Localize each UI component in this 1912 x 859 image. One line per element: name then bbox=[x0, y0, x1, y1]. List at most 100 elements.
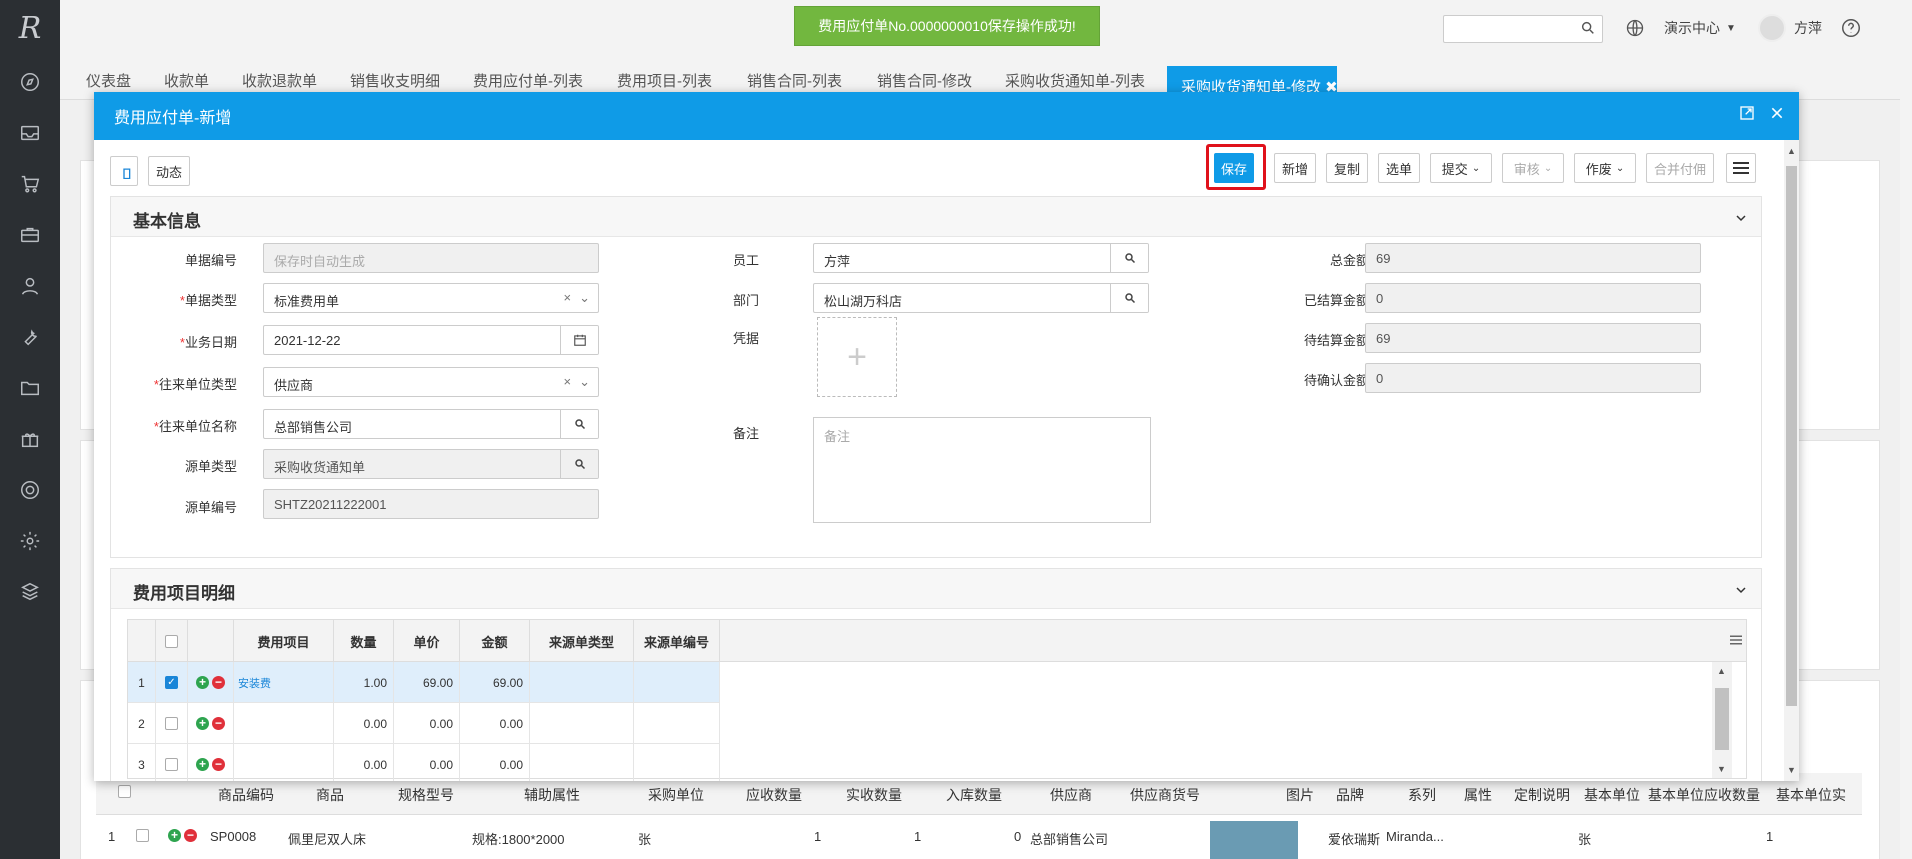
add-row-icon[interactable]: + bbox=[196, 758, 209, 771]
checkbox[interactable] bbox=[118, 785, 131, 801]
dynamic-button[interactable]: 动态 bbox=[148, 156, 190, 186]
search-icon[interactable] bbox=[1580, 20, 1596, 39]
remove-row-icon[interactable]: − bbox=[212, 676, 225, 689]
cart-icon[interactable] bbox=[0, 158, 60, 209]
select-all-checkbox[interactable] bbox=[156, 620, 188, 662]
maximize-icon[interactable] bbox=[1739, 105, 1755, 126]
cell-amount[interactable]: 69.00 bbox=[460, 662, 530, 703]
search-icon[interactable] bbox=[560, 410, 598, 438]
help-icon[interactable] bbox=[1840, 0, 1862, 56]
search-icon[interactable] bbox=[560, 450, 598, 478]
table-row[interactable]: 1 ✓ + − 安装费 1.00 69.00 69.00 bbox=[128, 662, 720, 703]
employee-field[interactable]: 方萍 bbox=[813, 243, 1149, 273]
globe-icon[interactable] bbox=[1625, 0, 1645, 56]
src-type-field[interactable]: 采购收货通知单 bbox=[263, 449, 599, 479]
search-icon[interactable] bbox=[1110, 244, 1148, 272]
doc-type-select[interactable]: 标准费用单 × ⌄ bbox=[263, 283, 599, 313]
party-name-field[interactable]: 总部销售公司 bbox=[263, 409, 599, 439]
cell-amount[interactable]: 0.00 bbox=[460, 744, 530, 781]
tab-sales-detail[interactable]: 销售收支明细 bbox=[350, 70, 440, 91]
col-src-type[interactable]: 来源单类型 bbox=[530, 620, 634, 662]
doc-no-field[interactable]: 保存时自动生成 bbox=[263, 243, 599, 273]
menu-icon[interactable] bbox=[1726, 153, 1756, 183]
compass-icon[interactable] bbox=[0, 56, 60, 107]
modal-scroll-thumb[interactable] bbox=[1786, 166, 1797, 706]
clear-icon[interactable]: × bbox=[564, 290, 572, 306]
scroll-up-icon[interactable]: ▲ bbox=[1717, 666, 1726, 676]
tab-sales-contract-edit[interactable]: 销售合同-修改 bbox=[877, 70, 972, 91]
cell-amount[interactable]: 0.00 bbox=[460, 703, 530, 744]
cell-price[interactable]: 0.00 bbox=[394, 744, 460, 781]
add-row-icon[interactable]: + bbox=[196, 676, 209, 689]
tab-sales-contract-list[interactable]: 销售合同-列表 bbox=[747, 70, 842, 91]
tab-receipt[interactable]: 收款单 bbox=[164, 70, 209, 91]
pick-button[interactable]: 选单 bbox=[1378, 153, 1420, 183]
dept-field[interactable]: 松山湖万科店 bbox=[813, 283, 1149, 313]
merge-pay-button[interactable]: 合并付佣 bbox=[1646, 153, 1714, 183]
void-dropdown[interactable]: 作废 ⌄ bbox=[1574, 153, 1636, 183]
biz-date-field[interactable]: 2021-12-22 bbox=[263, 325, 599, 355]
party-type-select[interactable]: 供应商 × ⌄ bbox=[263, 367, 599, 397]
submit-dropdown[interactable]: 提交 ⌄ bbox=[1430, 153, 1492, 183]
support-icon[interactable] bbox=[0, 464, 60, 515]
scroll-down-icon[interactable]: ▼ bbox=[1717, 764, 1726, 774]
wrench-icon[interactable] bbox=[0, 311, 60, 362]
table-row[interactable]: 2 + − 0.00 0.00 0.00 bbox=[128, 703, 720, 744]
modal-scrollbar[interactable]: ▲ ▼ bbox=[1784, 140, 1799, 781]
save-button[interactable]: 保存 bbox=[1214, 153, 1254, 183]
close-icon[interactable] bbox=[1769, 105, 1785, 126]
add-row-icon[interactable]: + bbox=[196, 717, 209, 730]
global-search-input[interactable] bbox=[1443, 15, 1603, 43]
gift-icon[interactable] bbox=[0, 413, 60, 464]
chevron-down-icon[interactable] bbox=[1735, 581, 1747, 601]
table-row[interactable]: 3 + − 0.00 0.00 0.00 bbox=[128, 744, 720, 781]
search-icon[interactable] bbox=[1110, 284, 1148, 312]
cell-expense-item[interactable] bbox=[234, 703, 334, 744]
row-checkbox[interactable] bbox=[156, 744, 188, 781]
scroll-up-icon[interactable]: ▲ bbox=[1787, 146, 1796, 156]
grid-menu-icon[interactable] bbox=[1730, 634, 1742, 649]
add-row-icon[interactable]: + bbox=[168, 829, 181, 842]
tab-expense-item-list[interactable]: 费用项目-列表 bbox=[617, 70, 712, 91]
chevron-down-icon[interactable]: ⌄ bbox=[579, 290, 590, 306]
col-expense-item[interactable]: 费用项目 bbox=[234, 620, 334, 662]
briefcase-icon[interactable] bbox=[0, 209, 60, 260]
cell-price[interactable]: 0.00 bbox=[394, 703, 460, 744]
remove-row-icon[interactable]: − bbox=[212, 758, 225, 771]
copy-button[interactable]: 复制 bbox=[1326, 153, 1368, 183]
grid-scrollbar[interactable]: ▲ ▼ bbox=[1712, 662, 1732, 778]
calendar-icon[interactable] bbox=[560, 326, 598, 354]
src-no-field[interactable]: SHTZ20211222001 bbox=[263, 489, 599, 519]
remove-row-icon[interactable]: − bbox=[212, 717, 225, 730]
gear-icon[interactable] bbox=[0, 515, 60, 566]
cell-qty[interactable]: 1.00 bbox=[334, 662, 394, 703]
tab-receipt-refund[interactable]: 收款退款单 bbox=[242, 70, 317, 91]
tag-icon[interactable] bbox=[110, 156, 138, 186]
center-switch-dropdown[interactable]: 演示中心 ▼ bbox=[1664, 0, 1736, 56]
user-icon[interactable] bbox=[0, 260, 60, 311]
remove-row-icon[interactable]: − bbox=[184, 829, 197, 842]
scroll-down-icon[interactable]: ▼ bbox=[1787, 765, 1796, 775]
grid-scroll-thumb[interactable] bbox=[1715, 688, 1729, 750]
row-checkbox[interactable] bbox=[156, 703, 188, 744]
chevron-down-icon[interactable] bbox=[1735, 209, 1747, 229]
col-amount[interactable]: 金额 bbox=[460, 620, 530, 662]
tab-expense-payable-list[interactable]: 费用应付单-列表 bbox=[473, 70, 583, 91]
clear-icon[interactable]: × bbox=[564, 374, 572, 390]
cell-qty[interactable]: 0.00 bbox=[334, 744, 394, 781]
app-logo[interactable]: R bbox=[0, 0, 60, 56]
col-price[interactable]: 单价 bbox=[394, 620, 460, 662]
tab-dashboard[interactable]: 仪表盘 bbox=[86, 70, 131, 91]
inbox-icon[interactable] bbox=[0, 107, 60, 158]
cell-price[interactable]: 69.00 bbox=[394, 662, 460, 703]
tab-purchase-notice-list[interactable]: 采购收货通知单-列表 bbox=[1005, 70, 1145, 91]
expense-item-link[interactable]: 安装费 bbox=[234, 675, 271, 691]
cube-icon[interactable] bbox=[0, 566, 60, 617]
cell-expense-item[interactable]: 安装费 bbox=[234, 662, 334, 703]
cell-qty[interactable]: 0.00 bbox=[334, 703, 394, 744]
col-qty[interactable]: 数量 bbox=[334, 620, 394, 662]
user-menu[interactable]: 方萍 bbox=[1758, 0, 1822, 56]
voucher-upload[interactable]: + bbox=[817, 317, 897, 397]
chevron-down-icon[interactable]: ⌄ bbox=[579, 374, 590, 390]
cell-expense-item[interactable] bbox=[234, 744, 334, 781]
